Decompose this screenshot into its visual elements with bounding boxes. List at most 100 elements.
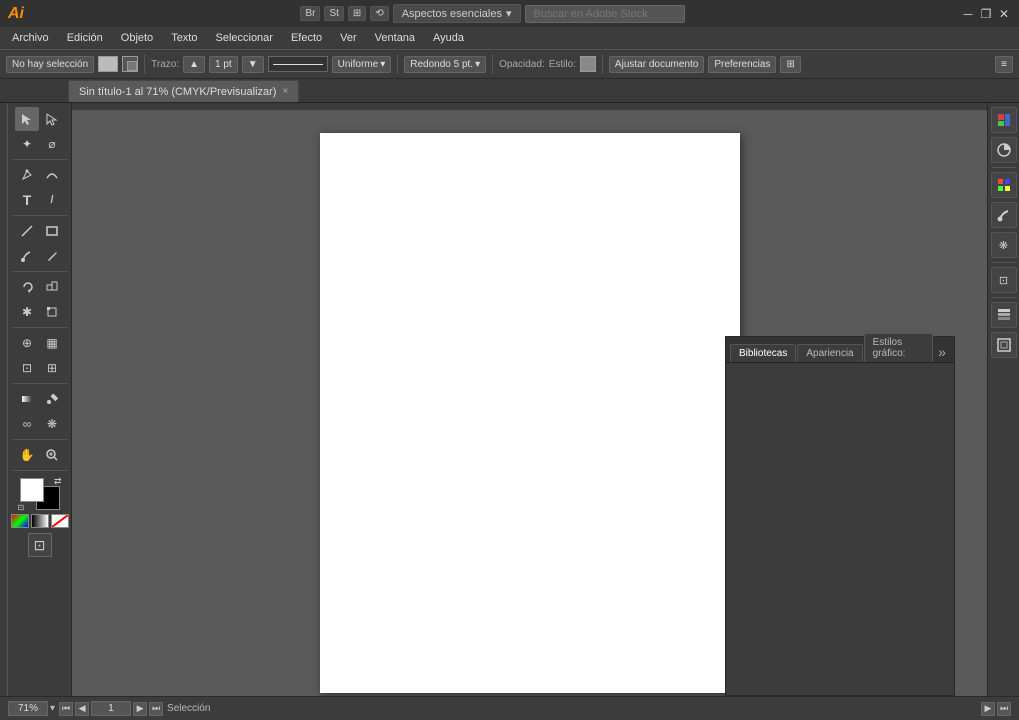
cap-style-dropdown[interactable]: Redondo 5 pt. ▾ <box>404 56 486 73</box>
tab-apariencia[interactable]: Apariencia <box>797 344 862 362</box>
pen-tool[interactable] <box>15 163 39 187</box>
gradient-tool[interactable] <box>15 387 39 411</box>
menu-ventana[interactable]: Ventana <box>367 30 423 46</box>
layers-icon[interactable] <box>991 302 1017 328</box>
swap-colors-icon[interactable]: ⇄ <box>54 476 62 487</box>
menu-ver[interactable]: Ver <box>332 30 365 46</box>
document-tab[interactable]: Sin título-1 al 71% (CMYK/Previsualizar)… <box>68 80 299 102</box>
eyedropper-tool[interactable] <box>40 387 64 411</box>
dash-style-preview[interactable] <box>268 56 328 72</box>
menu-archivo[interactable]: Archivo <box>4 30 57 46</box>
zoom-tool[interactable] <box>40 443 64 467</box>
panel-more-button[interactable]: » <box>934 342 950 362</box>
line-tool[interactable] <box>15 219 39 243</box>
extra-btn[interactable]: ⊞ <box>780 56 800 73</box>
fill-color-swatch[interactable] <box>98 56 118 72</box>
trazo-up-btn[interactable]: ▲ <box>183 56 205 73</box>
curvature-tool[interactable] <box>40 163 64 187</box>
nav-prev-page-button[interactable]: ◀ <box>75 702 89 716</box>
zoom-input[interactable] <box>8 701 48 716</box>
ajustar-documento-button[interactable]: Ajustar documento <box>609 56 704 73</box>
brushes-icon[interactable] <box>991 202 1017 228</box>
cc-libraries-icon[interactable] <box>991 107 1017 133</box>
tab-bibliotecas[interactable]: Bibliotecas <box>730 344 796 362</box>
close-button[interactable]: ✕ <box>997 7 1011 21</box>
graphic-styles-icon[interactable]: ⊡ <box>991 267 1017 293</box>
rotate-tool[interactable] <box>15 275 39 299</box>
style-color-swatch[interactable] <box>580 56 596 72</box>
tool-row-1 <box>15 107 64 131</box>
tab-label: Sin título-1 al 71% (CMYK/Previsualizar) <box>79 86 276 98</box>
rect-tool[interactable] <box>40 219 64 243</box>
direct-selection-tool[interactable] <box>40 107 64 131</box>
tool-sep-3 <box>12 271 68 272</box>
shape-builder-tool[interactable]: ⊕ <box>15 331 39 355</box>
toolbar: No hay selección Trazo: ▲ 1 pt ▼ Uniform… <box>0 49 1019 79</box>
maximize-button[interactable]: ❐ <box>979 7 993 21</box>
canvas-area[interactable]: Bibliotecas Apariencia Estilos gráfico: … <box>72 103 987 696</box>
tool-row-10: ⊡ ⊞ <box>15 356 64 380</box>
dash-style-dropdown[interactable]: Uniforme ▾ <box>332 56 392 73</box>
tab-close-button[interactable]: × <box>282 86 288 97</box>
ctrl-btn-3[interactable]: ⊞ <box>348 6 366 21</box>
type-tool[interactable]: T <box>15 188 39 212</box>
tab-estilos-graficos[interactable]: Estilos gráfico: <box>864 333 934 362</box>
pencil-tool[interactable] <box>40 244 64 268</box>
ctrl-btn-4[interactable]: ⟲ <box>370 6 388 21</box>
vertical-type-tool[interactable]: / <box>40 188 64 212</box>
menu-ayuda[interactable]: Ayuda <box>425 30 472 46</box>
menu-texto[interactable]: Texto <box>163 30 205 46</box>
symbols-icon[interactable]: ❋ <box>991 232 1017 258</box>
status-more-button[interactable]: ▶ <box>981 702 995 716</box>
trazo-value[interactable]: 1 pt <box>209 56 238 73</box>
zoom-dropdown-arrow[interactable]: ▾ <box>50 703 55 714</box>
menu-edicion[interactable]: Edición <box>59 30 111 46</box>
stroke-color-swatch[interactable] <box>122 56 138 72</box>
nav-first-page-button[interactable]: ⏮ <box>59 702 73 716</box>
nav-last-page-button[interactable]: ⏭ <box>149 702 163 716</box>
trazo-down-btn[interactable]: ▼ <box>242 56 264 73</box>
magic-wand-tool[interactable]: ✦ <box>15 132 39 156</box>
workspace-selector[interactable]: Aspectos esenciales ▾ <box>393 4 521 23</box>
blend-tool[interactable]: ∞ <box>15 412 39 436</box>
lasso-tool[interactable]: ⌀ <box>40 132 64 156</box>
chart-tool[interactable]: ▦ <box>40 331 64 355</box>
foreground-color-swatch[interactable] <box>20 478 44 502</box>
panel-toggle-btn[interactable]: ≡ <box>995 56 1013 73</box>
none-mode-button[interactable] <box>51 514 69 528</box>
selection-label: No hay selección <box>12 59 88 70</box>
tool-row-9: ⊕ ▦ <box>15 331 64 355</box>
color-mode-button[interactable] <box>11 514 29 528</box>
tool-row-12: ∞ ❋ <box>15 412 64 436</box>
window-controls: ─ ❐ ✕ <box>961 7 1011 21</box>
default-colors-icon[interactable]: ⊡ <box>18 503 25 512</box>
paintbrush-tool[interactable] <box>15 244 39 268</box>
color-panel-icon[interactable] <box>991 137 1017 163</box>
nav-next-page-button[interactable]: ▶ <box>133 702 147 716</box>
screen-mode-button[interactable]: ⊡ <box>28 533 52 557</box>
workspace-label: Aspectos esenciales <box>402 8 502 20</box>
scale-tool[interactable] <box>40 275 64 299</box>
status-last-button[interactable]: ⏭ <box>997 702 1011 716</box>
hand-tool[interactable]: ✋ <box>15 443 39 467</box>
stock-search-input[interactable] <box>525 5 685 23</box>
swatches-icon[interactable] <box>991 172 1017 198</box>
free-transform-tool[interactable] <box>40 300 64 324</box>
menu-efecto[interactable]: Efecto <box>283 30 330 46</box>
ctrl-btn-2[interactable]: St <box>324 6 343 21</box>
ctrl-btn-1[interactable]: Br <box>300 6 320 21</box>
minimize-button[interactable]: ─ <box>961 7 975 21</box>
gradient-mode-button[interactable] <box>31 514 49 528</box>
preferencias-button[interactable]: Preferencias <box>708 56 776 73</box>
menu-objeto[interactable]: Objeto <box>113 30 161 46</box>
mesh-tool[interactable]: ⊞ <box>40 356 64 380</box>
page-number-input[interactable] <box>91 701 131 716</box>
tool-row-11 <box>15 387 64 411</box>
perspective-grid-tool[interactable]: ⊡ <box>15 356 39 380</box>
artboards-icon[interactable] <box>991 332 1017 358</box>
symbol-sprayer-tool[interactable]: ❋ <box>40 412 64 436</box>
puppet-warp-tool[interactable]: ✱ <box>15 300 39 324</box>
selection-tool[interactable] <box>15 107 39 131</box>
tab-bar: Sin título-1 al 71% (CMYK/Previsualizar)… <box>0 79 1019 103</box>
menu-seleccionar[interactable]: Seleccionar <box>207 30 280 46</box>
